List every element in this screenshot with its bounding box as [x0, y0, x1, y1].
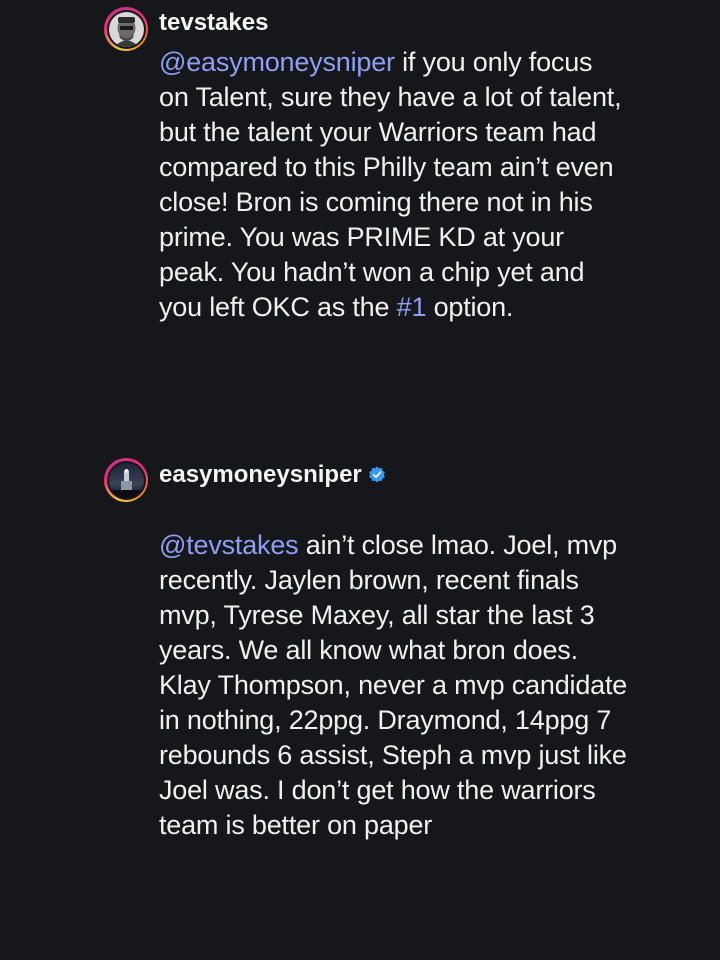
comment-text: @easymoneysniper if you only focus on Ta…	[159, 45, 629, 325]
verified-badge-icon	[368, 466, 386, 484]
mention-link[interactable]: @tevstakes	[159, 530, 299, 560]
username-text[interactable]: easymoneysniper	[159, 460, 362, 490]
mention-link[interactable]: @easymoneysniper	[159, 47, 395, 77]
username-text[interactable]: tevstakes	[159, 8, 268, 38]
comment-body-part: if you only focus on Talent, sure they h…	[159, 47, 622, 322]
user-avatar-image	[108, 462, 144, 498]
avatar[interactable]	[104, 458, 148, 502]
comment-body-part: ain’t close lmao. Joel, mvp recently. Ja…	[159, 530, 628, 840]
comment-username[interactable]: tevstakes	[159, 8, 268, 38]
comment-username[interactable]: easymoneysniper	[159, 460, 386, 490]
avatar[interactable]	[104, 7, 148, 51]
comment-body-part: option.	[426, 292, 514, 322]
user-avatar-image	[108, 11, 144, 47]
comment-text: @tevstakes ain’t close lmao. Joel, mvp r…	[159, 528, 629, 843]
hashtag-link[interactable]: #1	[397, 292, 427, 322]
